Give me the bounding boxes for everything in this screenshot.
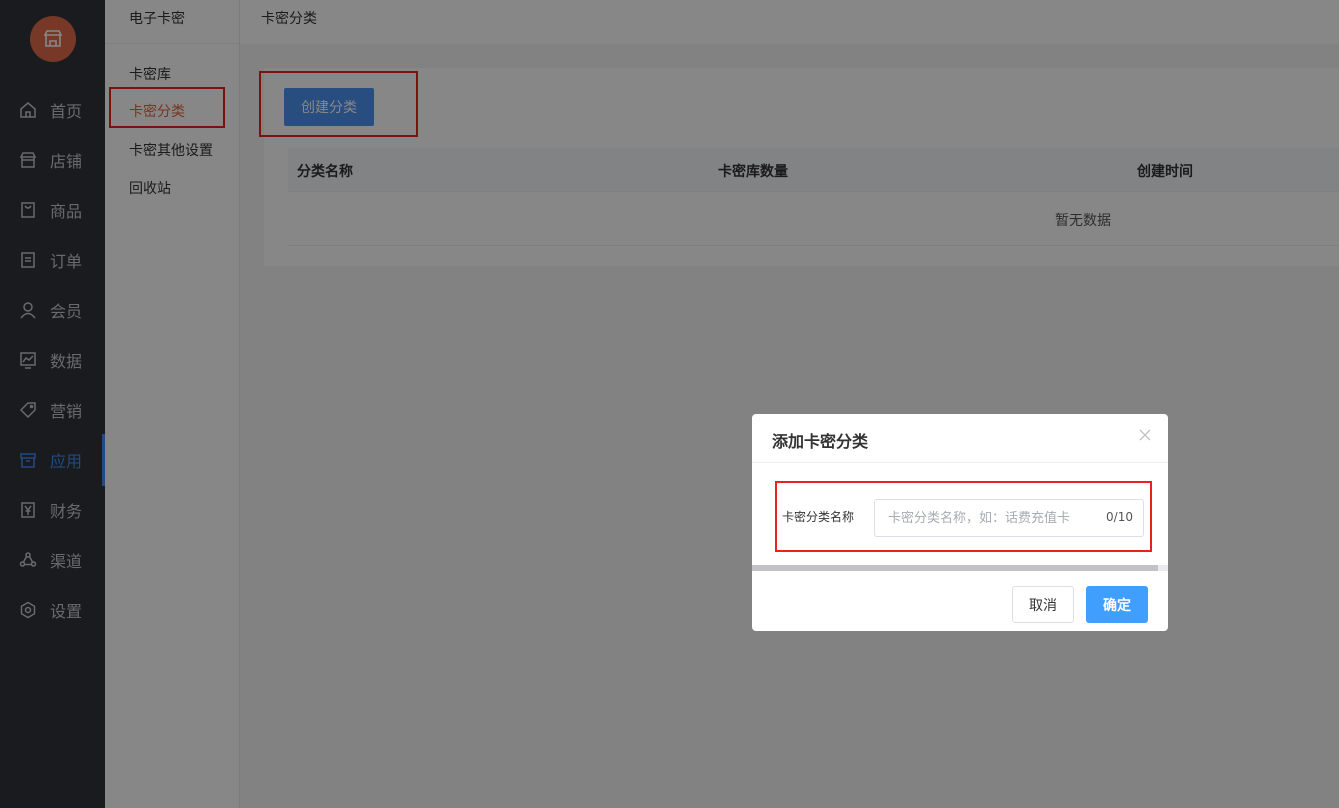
dialog-header: 添加卡密分类	[752, 414, 1168, 463]
cancel-button[interactable]: 取消	[1012, 586, 1074, 623]
modal-overlay[interactable]	[0, 0, 1339, 808]
dialog-title: 添加卡密分类	[772, 432, 869, 451]
confirm-button[interactable]: 确定	[1086, 586, 1148, 623]
horizontal-scrollbar[interactable]	[752, 565, 1168, 571]
scrollbar-thumb[interactable]	[752, 565, 1158, 571]
add-category-dialog: 添加卡密分类 卡密分类名称 0/10 取消 确定	[752, 414, 1168, 631]
highlight-box-form-field	[775, 481, 1152, 552]
close-icon[interactable]	[1138, 428, 1154, 444]
